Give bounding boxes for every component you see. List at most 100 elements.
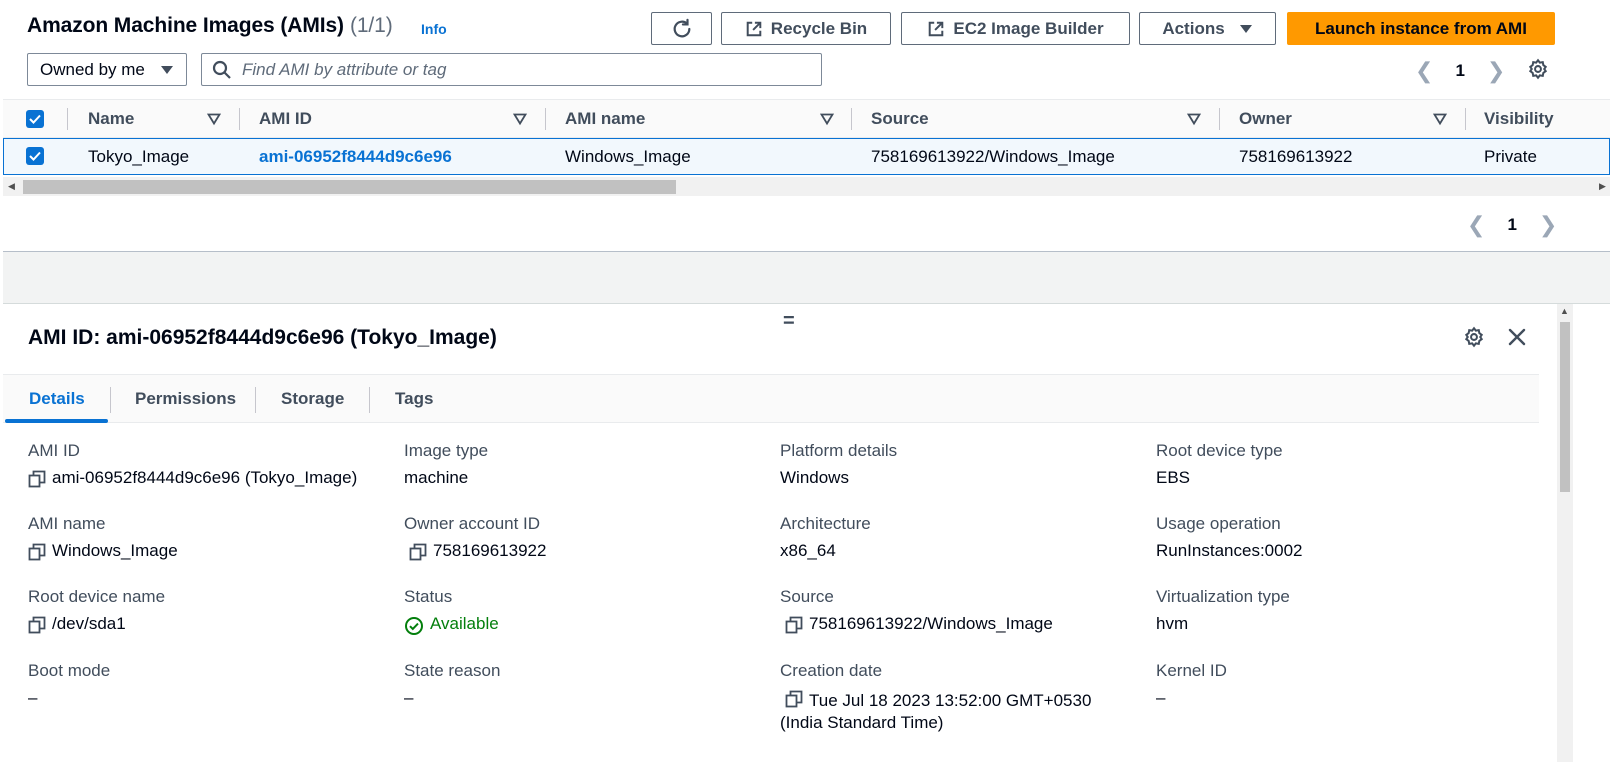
copy-icon[interactable] bbox=[28, 470, 46, 488]
field-value: – bbox=[1156, 688, 1166, 707]
field-source: Source 758169613922/Windows_Image bbox=[780, 587, 1150, 635]
cell-source: 758169613922/Windows_Image bbox=[871, 146, 1115, 166]
status-success-icon bbox=[405, 617, 423, 635]
checkmark-icon bbox=[29, 151, 41, 161]
select-all-checkbox[interactable] bbox=[26, 110, 44, 128]
field-value: 758169613922/Windows_Image bbox=[809, 614, 1053, 633]
refresh-button[interactable] bbox=[651, 12, 712, 45]
ami-console-page: Amazon Machine Images (AMIs) (1/1) Info R… bbox=[0, 0, 1610, 762]
field-platform-details: Platform details Windows bbox=[780, 441, 1150, 489]
cell-ami-name: Windows_Image bbox=[565, 146, 691, 166]
owner-filter-select[interactable]: Owned by me bbox=[27, 53, 187, 86]
sort-icon[interactable] bbox=[207, 100, 221, 138]
next-page-icon[interactable]: ❯ bbox=[1539, 212, 1557, 238]
ami-search-input[interactable] bbox=[242, 59, 802, 80]
field-label: Root device type bbox=[1156, 441, 1283, 460]
field-label: Owner account ID bbox=[404, 514, 541, 533]
actions-label: Actions bbox=[1162, 18, 1225, 38]
column-header-visibility[interactable]: Visibility bbox=[1484, 100, 1554, 138]
previous-page-icon[interactable]: ❮ bbox=[1467, 212, 1485, 238]
cell-visibility: Private bbox=[1484, 146, 1537, 166]
vertical-scrollbar[interactable]: ▲ bbox=[1557, 304, 1573, 762]
recycle-bin-button[interactable]: Recycle Bin bbox=[721, 12, 891, 45]
field-label: Architecture bbox=[780, 514, 871, 533]
column-header-source[interactable]: Source bbox=[871, 100, 929, 138]
field-label: State reason bbox=[404, 661, 501, 680]
field-image-type: Image type machine bbox=[404, 441, 774, 489]
ami-list-panel: Amazon Machine Images (AMIs) (1/1) Info R… bbox=[3, 0, 1610, 252]
horizontal-scrollbar[interactable]: ◀ ▶ bbox=[3, 177, 1610, 196]
copy-icon[interactable] bbox=[785, 616, 803, 634]
field-label: Image type bbox=[404, 441, 489, 460]
copy-icon[interactable] bbox=[409, 543, 427, 561]
cell-name: Tokyo_Image bbox=[88, 146, 190, 166]
close-icon[interactable] bbox=[1506, 326, 1528, 348]
ami-search-box bbox=[201, 53, 822, 86]
active-tab-indicator bbox=[5, 419, 108, 423]
scroll-up-icon[interactable]: ▲ bbox=[1560, 306, 1569, 316]
current-page-number[interactable]: 1 bbox=[1455, 61, 1464, 81]
copy-icon[interactable] bbox=[28, 616, 46, 634]
gear-icon[interactable] bbox=[1527, 58, 1549, 80]
field-value: ami-06952f8444d9c6e96 (Tokyo_Image) bbox=[52, 468, 358, 487]
tab-storage[interactable]: Storage bbox=[281, 375, 344, 423]
sort-icon[interactable] bbox=[820, 100, 834, 138]
field-value: – bbox=[404, 688, 414, 707]
ec2-image-builder-button[interactable]: EC2 Image Builder bbox=[901, 12, 1130, 45]
caret-down-icon bbox=[1239, 24, 1252, 33]
field-label: Virtualization type bbox=[1156, 587, 1290, 606]
refresh-icon bbox=[673, 18, 690, 37]
field-label: AMI ID bbox=[28, 441, 80, 460]
info-link[interactable]: Info bbox=[421, 21, 447, 37]
tab-tags[interactable]: Tags bbox=[395, 375, 433, 423]
copy-icon[interactable] bbox=[785, 690, 803, 708]
copy-icon[interactable] bbox=[28, 543, 46, 561]
scrollbar-thumb[interactable] bbox=[23, 180, 676, 194]
page-title: Amazon Machine Images (AMIs) (1/1) bbox=[27, 14, 393, 38]
field-root-device-type: Root device type EBS bbox=[1156, 441, 1526, 489]
column-header-ami-name[interactable]: AMI name bbox=[565, 100, 645, 138]
bottom-pagination: ❮ 1 ❯ bbox=[1467, 212, 1557, 238]
panel-divider bbox=[3, 252, 1610, 304]
checkmark-icon bbox=[29, 114, 41, 124]
actions-dropdown[interactable]: Actions bbox=[1139, 12, 1276, 45]
sort-icon[interactable] bbox=[1433, 100, 1447, 138]
cell-ami-id-link[interactable]: ami-06952f8444d9c6e96 bbox=[259, 139, 452, 174]
sort-icon[interactable] bbox=[1187, 100, 1201, 138]
field-value: EBS bbox=[1156, 468, 1191, 487]
scrollbar-thumb[interactable] bbox=[1560, 322, 1570, 492]
row-checkbox[interactable] bbox=[26, 147, 44, 165]
recycle-bin-label: Recycle Bin bbox=[770, 18, 868, 38]
column-header-name[interactable]: Name bbox=[88, 100, 134, 138]
previous-page-icon[interactable]: ❮ bbox=[1415, 58, 1433, 84]
field-value: hvm bbox=[1156, 614, 1189, 633]
resize-handle-icon[interactable]: = bbox=[783, 310, 795, 333]
gear-icon[interactable] bbox=[1463, 326, 1485, 348]
scroll-right-icon[interactable]: ▶ bbox=[1599, 181, 1606, 192]
search-icon bbox=[212, 60, 231, 79]
column-header-owner[interactable]: Owner bbox=[1239, 100, 1292, 138]
field-label: Source bbox=[780, 587, 834, 606]
launch-instance-button[interactable]: Launch instance from AMI bbox=[1287, 12, 1555, 45]
external-link-icon bbox=[746, 21, 762, 36]
current-page-number[interactable]: 1 bbox=[1507, 215, 1516, 235]
table-row[interactable]: Tokyo_Image ami-06952f8444d9c6e96 Window… bbox=[3, 138, 1610, 175]
tab-permissions[interactable]: Permissions bbox=[135, 375, 236, 423]
field-virtualization-type: Virtualization type hvm bbox=[1156, 587, 1526, 635]
tab-details[interactable]: Details bbox=[29, 375, 85, 423]
status-badge: Available bbox=[430, 614, 499, 633]
sort-icon[interactable] bbox=[513, 100, 527, 138]
next-page-icon[interactable]: ❯ bbox=[1487, 58, 1505, 84]
field-label: AMI name bbox=[28, 514, 106, 533]
column-header-ami-id[interactable]: AMI ID bbox=[259, 100, 312, 138]
field-usage-operation: Usage operation RunInstances:0002 bbox=[1156, 514, 1526, 562]
field-state-reason: State reason – bbox=[404, 661, 774, 709]
scroll-left-icon[interactable]: ◀ bbox=[8, 181, 15, 192]
field-label: Status bbox=[404, 587, 453, 606]
field-boot-mode: Boot mode – bbox=[28, 661, 398, 709]
ec2-image-builder-label: EC2 Image Builder bbox=[953, 18, 1104, 38]
field-label: Usage operation bbox=[1156, 514, 1281, 533]
column-header-label: Name bbox=[88, 109, 135, 128]
launch-instance-label: Launch instance from AMI bbox=[1315, 18, 1527, 38]
field-value: RunInstances:0002 bbox=[1156, 541, 1303, 560]
